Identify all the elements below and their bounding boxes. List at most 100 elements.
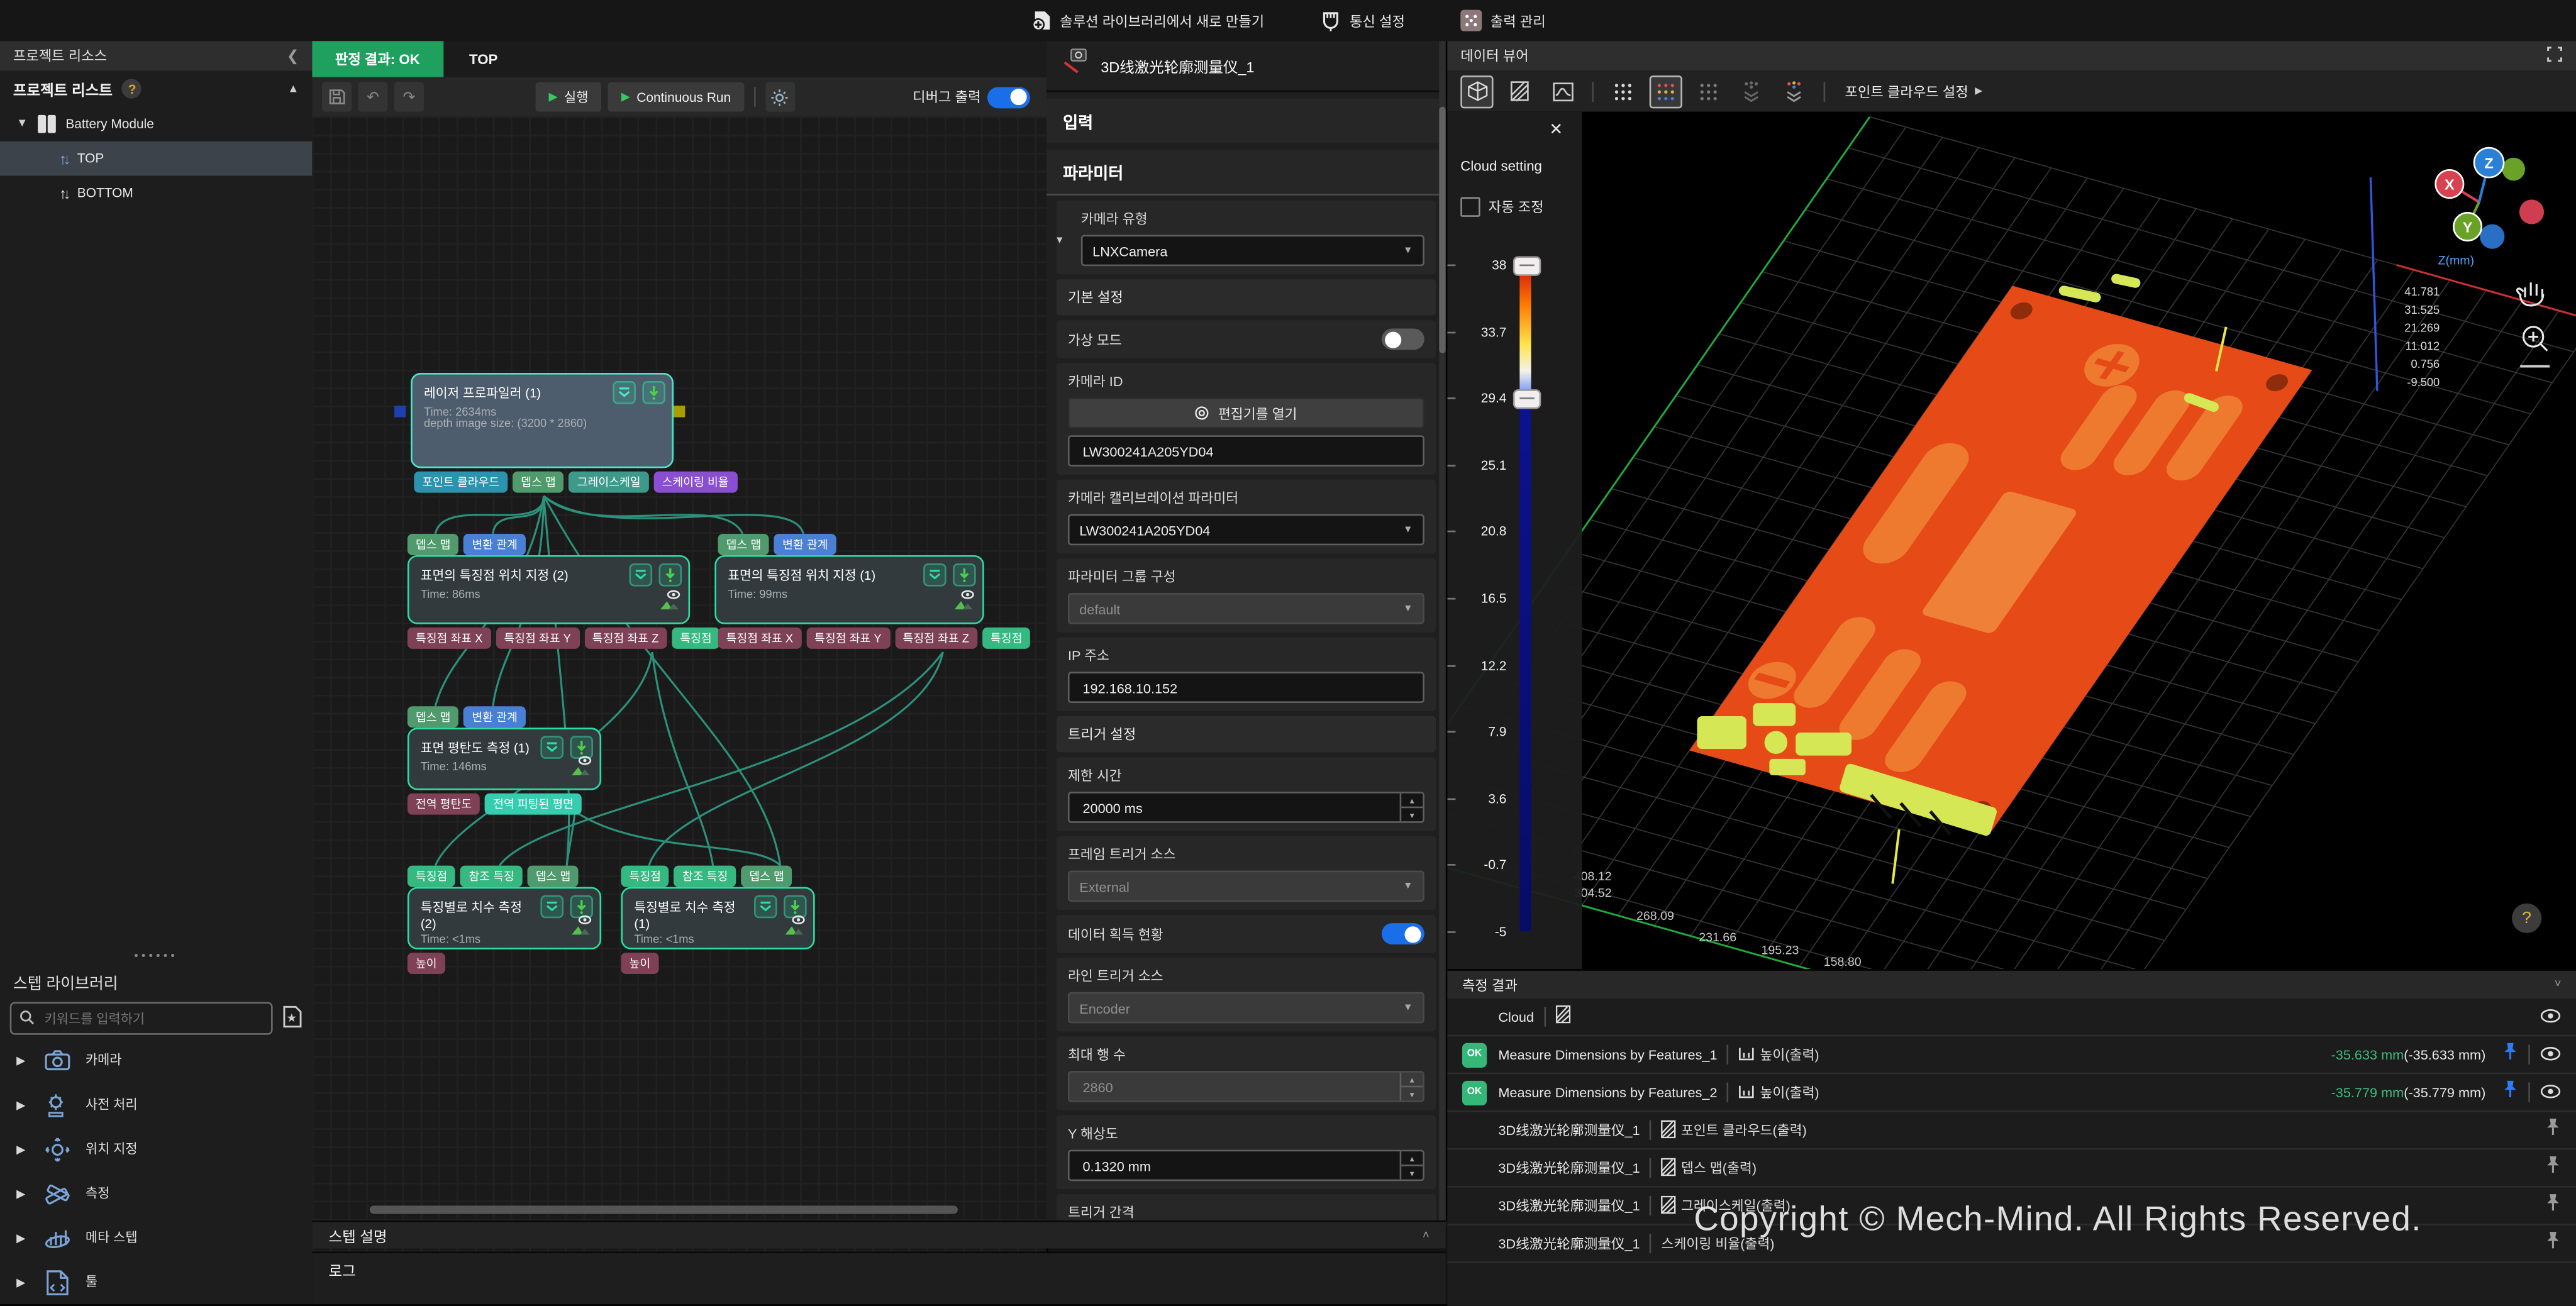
communication-settings-button[interactable]: 통신 설정 bbox=[1320, 10, 1405, 31]
port-chip[interactable]: 뎁스 맵 bbox=[718, 534, 770, 555]
save-button[interactable] bbox=[322, 82, 352, 112]
expand-right-icon[interactable]: ▶ bbox=[16, 1143, 28, 1156]
pointcloud-gray-icon[interactable] bbox=[1692, 75, 1725, 108]
port-chip[interactable]: 전역 피팅된 평면 bbox=[485, 794, 582, 815]
port-chip[interactable]: 뎁스 맵 bbox=[408, 706, 459, 728]
project-item-bottom[interactable]: ↑↓ BOTTOM bbox=[0, 176, 312, 211]
spinner-buttons[interactable]: ▲▼ bbox=[1400, 794, 1423, 821]
fullscreen-icon[interactable] bbox=[2546, 46, 2563, 65]
node-locate-feature-points-1[interactable]: 표면의 특징점 위치 지정 (1) Time: 99ms bbox=[714, 555, 984, 624]
port-chip[interactable]: 참조 특징 bbox=[674, 866, 736, 887]
port-chip[interactable]: 스케이링 비율 bbox=[654, 472, 737, 493]
expand-right-icon[interactable]: ▶ bbox=[16, 1275, 28, 1288]
visualization-eye-icon[interactable] bbox=[784, 915, 807, 944]
graph-tab-top[interactable]: TOP bbox=[443, 41, 524, 77]
continuous-run-button[interactable]: ▶ Continuous Run bbox=[608, 82, 744, 112]
visualization-eye-icon[interactable] bbox=[570, 756, 593, 785]
port-chip[interactable]: 뎁스 맵 bbox=[741, 866, 792, 887]
port-chip[interactable]: 변환 관계 bbox=[774, 534, 836, 555]
port-chip[interactable]: 특징점 좌표 X bbox=[408, 628, 491, 649]
parameter-scrollbar[interactable] bbox=[1439, 41, 1445, 1220]
port-chip[interactable]: 그레이스케일 bbox=[569, 472, 649, 493]
visibility-eye-icon[interactable] bbox=[2540, 1040, 2562, 1070]
port-chip[interactable]: 뎁스 맵 bbox=[528, 866, 579, 887]
log-bar[interactable]: 로그 bbox=[312, 1252, 1445, 1305]
pin-icon-blue[interactable] bbox=[2502, 1078, 2518, 1107]
camera-id-input[interactable] bbox=[1079, 441, 1413, 460]
result-row-measure-1[interactable]: OK Measure Dimensions by Features_1 높이(출… bbox=[1447, 1036, 2576, 1074]
collapse-ports-icon[interactable] bbox=[629, 563, 652, 587]
debug-output-toggle[interactable] bbox=[987, 86, 1030, 108]
y-resolution-input[interactable] bbox=[1079, 1156, 1393, 1175]
port-chip[interactable]: 특징점 좌표 Y bbox=[496, 628, 579, 649]
color-scale-handle-min[interactable] bbox=[1513, 389, 1541, 409]
node-measure-dimensions-1[interactable]: 특징별로 치수 측정 (1) Time: <1ms bbox=[621, 887, 814, 949]
port-chip[interactable]: 뎁스 맵 bbox=[408, 534, 459, 555]
port-chip[interactable]: 변환 관계 bbox=[464, 534, 526, 555]
pin-icon-blue[interactable] bbox=[2502, 1040, 2518, 1070]
expand-right-icon[interactable]: ▶ bbox=[16, 1098, 28, 1111]
overlay-colored-icon[interactable] bbox=[1777, 75, 1810, 108]
max-rows-input[interactable] bbox=[1079, 1076, 1393, 1096]
collapse-left-icon[interactable]: ❮ bbox=[287, 47, 299, 65]
undo-button[interactable]: ↶ bbox=[358, 82, 387, 112]
expand-right-icon[interactable]: ▶ bbox=[16, 1187, 28, 1200]
section-parameters[interactable]: 파라미터 bbox=[1046, 150, 1446, 196]
node-laser-profiler[interactable]: 레이저 프로파일러 (1) Time: 2634ms depth image s… bbox=[411, 373, 674, 468]
port-chip[interactable]: 전역 평탄도 bbox=[408, 794, 480, 815]
port-chip[interactable]: 특징점 좌표 Z bbox=[584, 628, 667, 649]
result-row-depthmap-output[interactable]: 3D线激光轮廓测量仪_1 뎁스 맵(출력) bbox=[1447, 1150, 2576, 1188]
pin-icon-gray[interactable] bbox=[2545, 1191, 2561, 1220]
port-chip[interactable]: 특징점 bbox=[982, 628, 1031, 649]
close-icon[interactable]: ✕ bbox=[1549, 121, 1563, 140]
project-group-row[interactable]: ▼ Battery Module bbox=[0, 107, 312, 141]
step-category-tools[interactable]: ▶ 툴 bbox=[0, 1260, 312, 1305]
panel-resize-handle[interactable]: •••••• bbox=[0, 953, 312, 966]
node-measure-flatness[interactable]: 표면 평탄도 측정 (1) Time: 146ms bbox=[408, 728, 601, 790]
open-editor-button[interactable]: 편집기를 열기 bbox=[1068, 397, 1424, 429]
new-from-solution-library-button[interactable]: 솔루션 라이브러리에서 새로 만들기 bbox=[1030, 10, 1264, 31]
collapse-ports-icon[interactable] bbox=[540, 895, 564, 919]
step-category-meta-steps[interactable]: ▶ 메타 스텝 bbox=[0, 1215, 312, 1260]
result-row-cloud[interactable]: Cloud bbox=[1447, 999, 2576, 1036]
download-data-icon[interactable] bbox=[659, 563, 682, 587]
run-button[interactable]: ▶ 실행 bbox=[536, 82, 602, 112]
port-chip[interactable]: 높이 bbox=[408, 953, 445, 974]
section-input[interactable]: 입력 bbox=[1046, 99, 1446, 143]
checkbox-icon[interactable] bbox=[1460, 197, 1480, 216]
step-search-box[interactable] bbox=[10, 1002, 273, 1034]
port-chip[interactable]: 특징점 좌표 Y bbox=[806, 628, 890, 649]
redo-button[interactable]: ↷ bbox=[394, 82, 424, 112]
node-measure-dimensions-2[interactable]: 특징별로 치수 측정 (2) Time: <1ms bbox=[408, 887, 601, 949]
collapse-ports-icon[interactable] bbox=[923, 563, 947, 587]
result-row-measure-2[interactable]: OK Measure Dimensions by Features_2 높이(출… bbox=[1447, 1074, 2576, 1112]
help-button[interactable]: ? bbox=[2512, 904, 2541, 933]
line-trigger-dropdown[interactable]: Encoder ▼ bbox=[1068, 992, 1424, 1024]
port-chip[interactable]: 높이 bbox=[621, 953, 658, 974]
port-chip[interactable]: 특징점 좌표 Z bbox=[894, 628, 977, 649]
timeout-input[interactable] bbox=[1079, 797, 1393, 817]
virtual-mode-toggle[interactable] bbox=[1382, 328, 1424, 350]
step-description-bar[interactable]: 스텝 설명 ˄ bbox=[312, 1220, 1445, 1248]
visualization-eye-icon[interactable] bbox=[570, 915, 593, 944]
step-category-preprocessing[interactable]: ▶ 사전 처리 bbox=[0, 1082, 312, 1127]
parameter-group-dropdown[interactable]: default ▼ bbox=[1068, 593, 1424, 624]
expand-right-icon[interactable]: ▶ bbox=[16, 1054, 28, 1067]
spinner-buttons[interactable]: ▲▼ bbox=[1400, 1151, 1423, 1179]
pin-icon-gray[interactable] bbox=[2545, 1153, 2561, 1183]
output-port-square[interactable] bbox=[674, 406, 685, 417]
basic-settings-header[interactable]: 기본 설정 bbox=[1057, 279, 1436, 315]
ip-address-input[interactable] bbox=[1079, 678, 1413, 697]
port-chip[interactable]: 참조 특징 bbox=[460, 866, 523, 887]
measurement-results-header[interactable]: 측정 결과 ˅ bbox=[1447, 971, 2576, 999]
judgement-result-tab[interactable]: 판정 결과: OK bbox=[312, 41, 443, 77]
visibility-eye-icon[interactable] bbox=[2540, 1002, 2562, 1031]
trigger-settings-header[interactable]: 트리거 설정 bbox=[1057, 716, 1436, 752]
port-chip[interactable]: 특징점 bbox=[621, 866, 669, 887]
canvas-horizontal-scrollbar[interactable] bbox=[370, 1205, 958, 1214]
chevron-down-icon[interactable]: ▼ bbox=[1055, 236, 1065, 246]
view-profile-icon[interactable] bbox=[1546, 75, 1579, 108]
visualization-eye-icon[interactable] bbox=[659, 590, 682, 619]
collapse-ports-icon[interactable] bbox=[540, 736, 564, 759]
step-category-measure[interactable]: ▶ 측정 bbox=[0, 1171, 312, 1216]
